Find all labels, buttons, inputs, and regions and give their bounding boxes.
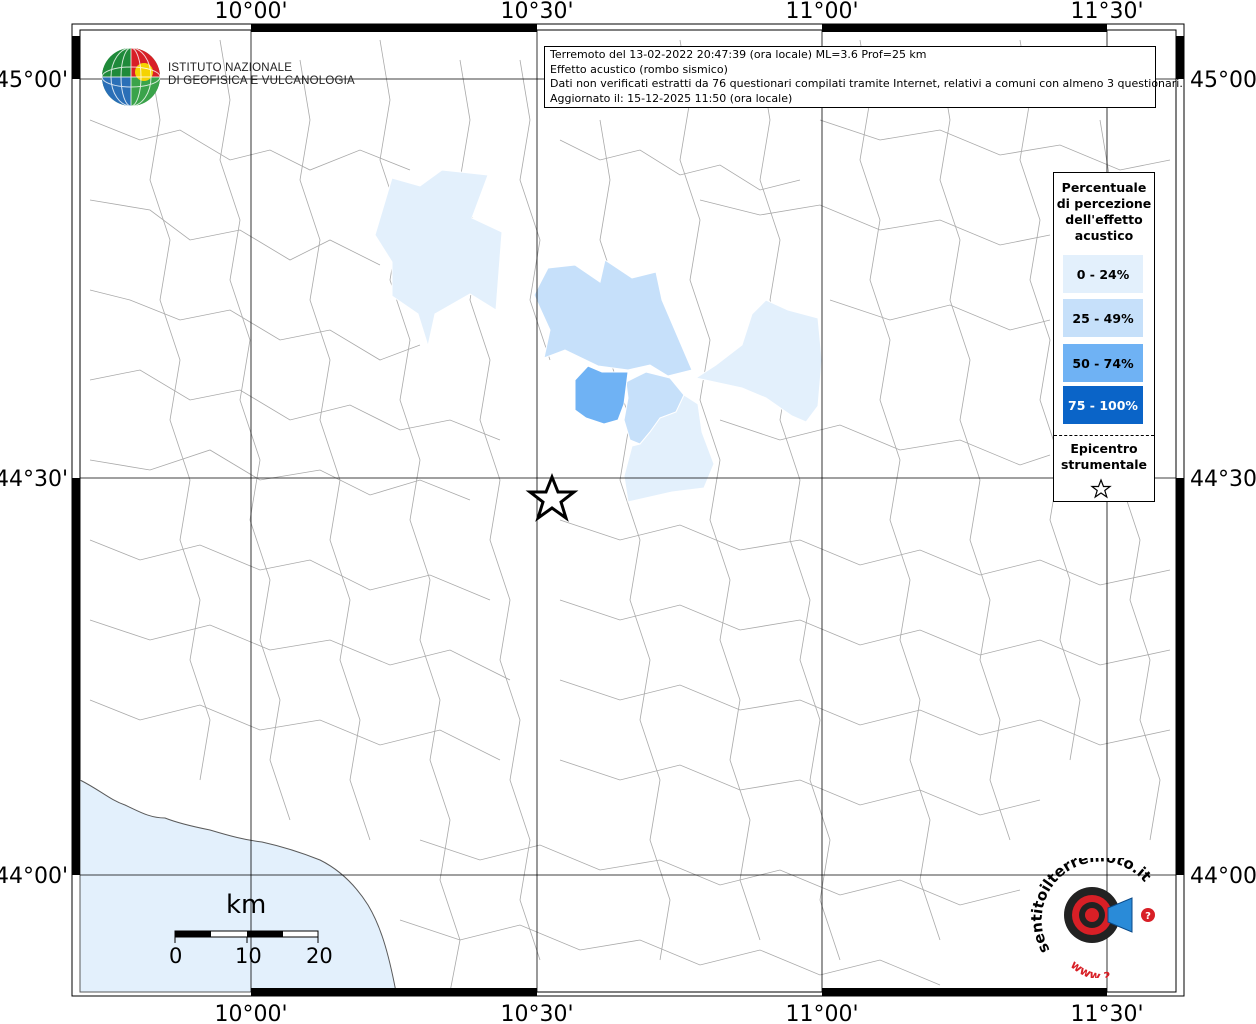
bottom-tick-label: 11°30'	[1070, 1002, 1143, 1024]
left-tick-label: 44°30'	[0, 467, 68, 492]
info-data-note: Dati non verificati estratti da 76 quest…	[550, 77, 1183, 90]
info-updated: Aggiornato il: 15-12-2025 11:50 (ora loc…	[550, 91, 793, 105]
star-outline-icon	[1090, 478, 1112, 499]
logo-line-2: DI GEOFISICA E VULCANOLOGIA	[168, 75, 355, 87]
legend-title-line: acustico	[1074, 228, 1134, 243]
legend: Percentuale di percezione dell'effetto a…	[1053, 172, 1155, 502]
legend-title-line: Percentuale	[1061, 180, 1147, 195]
scale-title: km	[226, 890, 267, 920]
scale-label-0: 0	[169, 944, 183, 968]
legend-title-line: di percezione	[1056, 196, 1152, 211]
top-tick-label: 11°30'	[1070, 0, 1143, 24]
globe-icon	[101, 47, 161, 107]
right-tick-label: 44°30'	[1190, 467, 1256, 492]
left-tick-label: 44°00'	[0, 864, 68, 889]
legend-separator	[1054, 435, 1154, 436]
top-tick-label: 10°00'	[214, 0, 287, 24]
earthquake-info-box: Terremoto del 13-02-2022 20:47:39 (ora l…	[544, 46, 1183, 108]
hai-sentito-badge: sentitoilterremoto.it www.? ?	[1030, 858, 1155, 978]
right-tick-label: 45°00'	[1190, 68, 1256, 93]
svg-text:?: ?	[1145, 911, 1151, 922]
legend-title-line: dell'effetto	[1065, 212, 1143, 227]
top-tick-label: 10°30'	[500, 0, 573, 24]
legend-item-0-24: 0 - 24%	[1063, 255, 1143, 293]
legend-title: Percentuale di percezione dell'effetto a…	[1054, 180, 1154, 244]
megaphone-icon: ?	[1064, 887, 1155, 943]
legend-epicenter-label: Epicentro strumentale	[1054, 441, 1154, 473]
bottom-tick-label: 10°30'	[500, 1002, 573, 1024]
legend-item-25-49: 25 - 49%	[1063, 299, 1143, 337]
municipality-50-74	[574, 365, 629, 425]
badge-text-bottom: www.?	[1068, 958, 1110, 978]
legend-item-50-74: 50 - 74%	[1063, 344, 1143, 382]
bottom-tick-label: 11°00'	[785, 1002, 858, 1024]
ingv-logo: ISTITUTO NAZIONALE DI GEOFISICA E VULCAN…	[100, 46, 355, 110]
bottom-tick-label: 10°00'	[214, 1002, 287, 1024]
scale-label-20: 20	[306, 944, 333, 968]
top-tick-label: 11°00'	[785, 0, 858, 24]
logo-line-1: ISTITUTO NAZIONALE	[168, 62, 293, 74]
info-effect: Effetto acustico (rombo sismico)	[550, 62, 728, 76]
right-tick-label: 44°00'	[1190, 864, 1256, 889]
scale-label-10: 10	[235, 944, 262, 968]
info-event: Terremoto del 13-02-2022 20:47:39 (ora l…	[550, 48, 927, 61]
legend-epicenter-line: Epicentro	[1070, 441, 1138, 456]
legend-item-75-100: 75 - 100%	[1063, 386, 1143, 424]
legend-epicenter-line: strumentale	[1060, 457, 1148, 472]
left-tick-label: 45°00'	[0, 68, 68, 93]
